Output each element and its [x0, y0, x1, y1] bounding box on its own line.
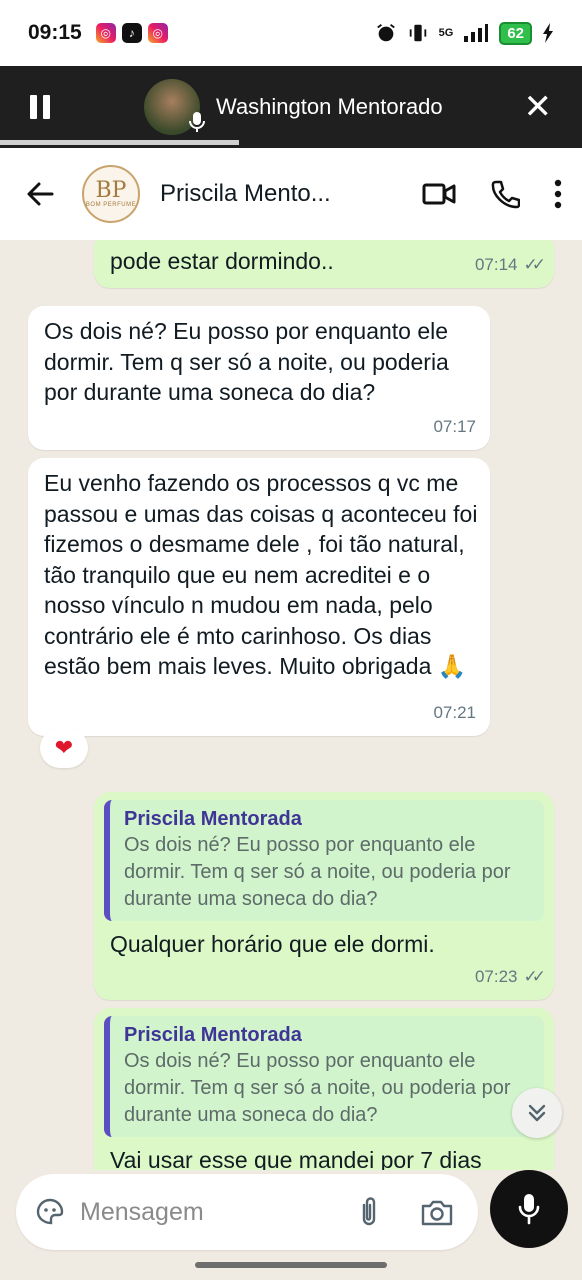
- double-check-icon: ✓✓: [523, 254, 546, 274]
- composer-actions: [358, 1195, 460, 1229]
- status-time: 09:15: [28, 21, 82, 44]
- status-bar: 09:15 ◎ ♪ ◎ 5G 62: [0, 0, 582, 66]
- heart-reaction[interactable]: ❤: [40, 728, 88, 768]
- quote-text: Os dois né? Eu posso por enquanto ele do…: [124, 834, 511, 910]
- chat-messages[interactable]: pode estar dormindo.. 07:14 ✓✓ Os dois n…: [0, 240, 582, 1170]
- camera-icon[interactable]: [420, 1197, 454, 1227]
- caller-avatar: [144, 79, 205, 135]
- avatar-logo-text: BOM PERFUME: [85, 202, 137, 208]
- quoted-message[interactable]: Priscila Mentorada Os dois né? Eu posso …: [104, 1016, 544, 1137]
- double-check-icon: ✓✓: [523, 966, 546, 986]
- charging-icon: [543, 23, 553, 43]
- close-icon[interactable]: ✕: [524, 90, 553, 124]
- avatar-logo-letters: BP: [95, 178, 127, 203]
- message-text: Os dois né? Eu posso por enquanto ele do…: [44, 318, 449, 405]
- call-progress-fill: [0, 140, 239, 145]
- system-icons: 5G 62: [375, 21, 554, 45]
- header-actions: [422, 179, 562, 209]
- phone-icon[interactable]: [490, 179, 520, 209]
- message-outgoing[interactable]: Priscila Mentorada Os dois né? Eu posso …: [94, 792, 554, 1000]
- quote-author: Priscila Mentorada: [124, 1024, 302, 1046]
- message-time: 07:23: [474, 966, 518, 986]
- message-time: 07:17: [433, 416, 476, 436]
- voice-message-button[interactable]: [490, 1170, 568, 1248]
- home-indicator[interactable]: [195, 1262, 387, 1268]
- instagram-icon: ◎: [147, 23, 168, 43]
- back-arrow-icon[interactable]: [20, 174, 60, 214]
- message-meta: 07:23 ✓✓: [474, 962, 546, 993]
- call-progress-bar: [0, 140, 582, 145]
- message-time: 07:14: [474, 254, 518, 274]
- vibrate-icon: [409, 24, 426, 42]
- message-time: 07:21: [433, 702, 476, 722]
- microphone-icon: [518, 1194, 540, 1225]
- battery-indicator: 62: [499, 21, 532, 45]
- instagram-icon: ◎: [95, 23, 116, 43]
- message-meta: 07:21: [433, 698, 476, 729]
- mic-icon: [189, 112, 205, 132]
- quoted-message[interactable]: Priscila Mentorada Os dois né? Eu posso …: [104, 800, 544, 921]
- message-meta: 07:17: [433, 412, 476, 443]
- message-text: Vai usar esse que mandei por 7 dias: [110, 1147, 482, 1170]
- message-incoming[interactable]: Eu venho fazendo os processos q vc me pa…: [28, 458, 490, 736]
- signal-icon: [464, 24, 489, 42]
- attach-icon[interactable]: [358, 1195, 380, 1229]
- message-incoming[interactable]: Os dois né? Eu posso por enquanto ele do…: [28, 306, 490, 450]
- message-outgoing[interactable]: pode estar dormindo.. 07:14 ✓✓: [94, 240, 554, 288]
- message-input[interactable]: [80, 1197, 320, 1227]
- message-outgoing[interactable]: Priscila Mentorada Os dois né? Eu posso …: [94, 1008, 554, 1170]
- caller-name: Washington Mentorado: [216, 94, 443, 119]
- sticker-icon[interactable]: [34, 1196, 66, 1228]
- ongoing-call-banner[interactable]: Washington Mentorado ✕: [0, 66, 582, 148]
- tiktok-icon: ♪: [121, 23, 142, 43]
- quote-author: Priscila Mentorada: [124, 808, 302, 830]
- message-composer: [16, 1174, 478, 1250]
- video-call-icon[interactable]: [422, 181, 456, 207]
- scroll-to-bottom-button[interactable]: [512, 1088, 562, 1138]
- contact-name[interactable]: Priscila Mento...: [160, 180, 360, 208]
- message-text: Qualquer horário que ele dormi.: [110, 931, 435, 957]
- call-info: Washington Mentorado: [144, 79, 443, 135]
- quote-text: Os dois né? Eu posso por enquanto ele do…: [124, 1050, 511, 1126]
- message-text: Eu venho fazendo os processos q vc me pa…: [44, 470, 478, 679]
- contact-avatar[interactable]: BP BOM PERFUME: [82, 165, 140, 223]
- message-text: pode estar dormindo..: [110, 248, 334, 274]
- alarm-icon: [376, 24, 395, 42]
- pause-icon[interactable]: [30, 95, 54, 119]
- network-type: 5G: [438, 27, 454, 39]
- more-options-icon[interactable]: [554, 179, 562, 209]
- message-meta: 07:14 ✓✓: [474, 250, 546, 281]
- double-chevron-down-icon: [528, 1104, 546, 1122]
- notification-icons: ◎ ♪ ◎: [95, 23, 168, 43]
- chat-header: BP BOM PERFUME Priscila Mento...: [0, 148, 582, 240]
